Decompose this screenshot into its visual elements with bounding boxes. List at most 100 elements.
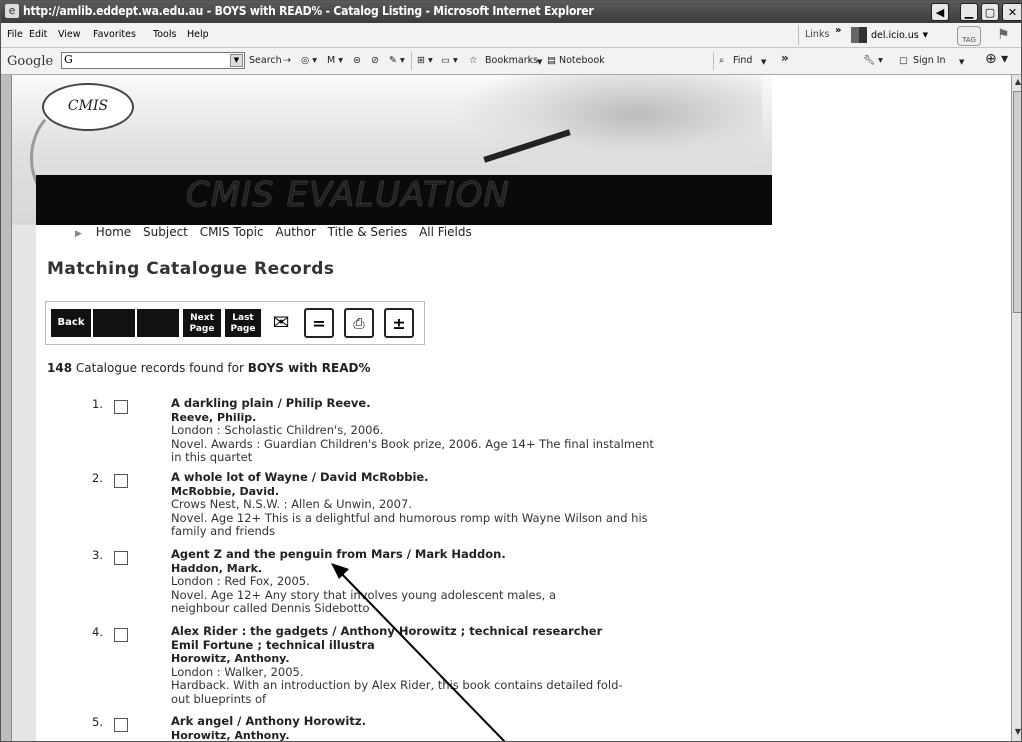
banner-title: CMIS EVALUATION (186, 175, 510, 215)
find-button[interactable]: Find (733, 55, 752, 66)
record-checkbox[interactable] (114, 718, 128, 732)
equals-icon[interactable]: = (304, 308, 334, 338)
record-author: Reeve, Philip. (171, 410, 257, 424)
find-icon: ⌕ (719, 55, 725, 66)
record-checkbox[interactable] (114, 474, 128, 488)
news-icon[interactable]: ◎ ▾ (301, 55, 317, 66)
record-number: 3. (92, 548, 103, 562)
print-records-icon[interactable]: ✉ (266, 308, 296, 338)
ie-icon: e (5, 4, 19, 18)
results-number: 148 (47, 361, 73, 375)
record-publisher: Crows Nest, N.S.W. : Allen & Unwin, 2007… (171, 497, 412, 511)
delicious-icon (851, 27, 867, 43)
google-logo: Google (7, 54, 54, 69)
highlight-icon[interactable]: ▭ ▾ (441, 55, 458, 66)
last-page-button[interactable]: Last Page (224, 308, 262, 338)
results-count-text: Catalogue records found for (72, 361, 248, 375)
notebook-button[interactable]: Notebook (559, 55, 605, 66)
nav-cmis-topic[interactable]: CMIS Topic (200, 225, 264, 239)
next-label-2: Page (189, 324, 215, 334)
menu-file[interactable]: File (7, 29, 23, 40)
search-query: BOYS with READ% (247, 361, 371, 375)
results-count: 148 Catalogue records found for BOYS wit… (47, 361, 370, 375)
google-search-button[interactable]: Search (249, 55, 282, 66)
record-number: 5. (92, 715, 103, 729)
vertical-scrollbar[interactable]: ▲ ▼ (1011, 75, 1021, 741)
back-button[interactable]: Back (50, 308, 92, 338)
printer-icon[interactable]: ⎙ (344, 308, 374, 338)
google-g-icon: G (64, 53, 73, 66)
record-title[interactable]: A whole lot of Wayne / David McRobbie. (171, 470, 731, 485)
title-bar: e http://amlib.eddept.wa.edu.au - BOYS w… (1, 1, 1021, 23)
browser-window: e http://amlib.eddept.wa.edu.au - BOYS w… (0, 0, 1022, 742)
search-dropdown-icon[interactable]: ▼ (230, 54, 243, 67)
nav-title-series[interactable]: Title & Series (328, 225, 408, 239)
plus-minus-icon[interactable]: ± (384, 308, 414, 338)
wrench-icon[interactable]: 🔧︎ ▾ (863, 55, 883, 66)
menu-view[interactable]: View (58, 29, 81, 40)
translate-icon[interactable]: ⊕ ▾ (985, 51, 1008, 67)
pagerank-icon[interactable]: ⊜ (353, 55, 361, 66)
record-publisher: London : Red Fox, 2005. (171, 574, 310, 588)
record-title[interactable]: A darkling plain / Philip Reeve. (171, 396, 731, 411)
tag-button[interactable]: TAG (957, 26, 981, 46)
back-arrow-button[interactable]: ◀ (931, 3, 949, 21)
record-publisher: London : Scholastic Children's, 2006. (171, 423, 384, 437)
signin-checkbox-icon: ▢ (899, 55, 908, 66)
record-author: Haddon, Mark. (171, 561, 263, 575)
chevron-icon[interactable]: » (835, 25, 841, 36)
record-title[interactable]: Ark angel / Anthony Horowitz. (171, 714, 731, 729)
menu-tools[interactable]: Tools (153, 29, 176, 40)
close-button[interactable]: ✕ (1002, 3, 1021, 21)
record-title[interactable]: Agent Z and the penguin from Mars / Mark… (171, 547, 731, 562)
bookmarks-button[interactable]: Bookmarks (485, 55, 538, 66)
scroll-thumb[interactable] (1013, 91, 1021, 313)
spellcheck-icon[interactable]: ⊘ (371, 55, 379, 66)
record-checkbox[interactable] (114, 551, 128, 565)
blank-button-2 (136, 308, 180, 338)
record-checkbox[interactable] (114, 400, 128, 414)
gmail-icon[interactable]: M ▾ (327, 55, 343, 66)
toolbar-separator (411, 52, 412, 70)
star-icon[interactable]: ☆ (469, 55, 478, 66)
toolbar-separator (713, 52, 714, 70)
nav-author[interactable]: Author (275, 225, 315, 239)
next-page-button[interactable]: Next Page (182, 308, 222, 338)
dropdown-icon: ▼ (922, 31, 929, 39)
links-button[interactable]: Links (805, 29, 829, 40)
maximize-button[interactable]: ▢ (981, 3, 999, 21)
google-search-input[interactable]: G ▼ (61, 52, 245, 69)
nav-arrow-icon: ▶ (75, 229, 82, 239)
delicious-label: del.icio.us (871, 29, 919, 41)
nav-all-fields[interactable]: All Fields (419, 225, 472, 239)
delicious-button[interactable]: del.icio.us ▼ (851, 26, 928, 44)
record-details: Ark angel / Anthony Horowitz. Horowitz, … (171, 714, 731, 741)
record-note: Novel. Awards : Guardian Children's Book… (171, 436, 654, 464)
record-note: Hardback. With an introduction by Alex R… (171, 678, 623, 706)
results-toolbar: Back Next Page Last Page ✉ = ⎙ ± (45, 301, 425, 345)
window-title: http://amlib.eddept.wa.edu.au - BOYS wit… (23, 4, 594, 18)
page-content: CMIS CMIS EVALUATION ▶ Home Subject CMIS… (1, 75, 1011, 741)
record-details: A darkling plain / Philip Reeve. Reeve, … (171, 396, 731, 465)
record-note: Novel. Age 12+ This is a delightful and … (171, 510, 648, 538)
autofill-icon[interactable]: ✎ ▾ (389, 55, 405, 66)
signin-button[interactable]: Sign In (913, 55, 946, 66)
nav-home[interactable]: Home (96, 225, 131, 239)
record-title[interactable]: Alex Rider : the gadgets / Anthony Horow… (171, 624, 631, 652)
record-author: McRobbie, David. (171, 484, 280, 498)
scroll-down-icon[interactable]: ▼ (1013, 727, 1021, 739)
left-frame-border (1, 75, 12, 741)
page-title: Matching Catalogue Records (47, 259, 335, 279)
nav-subject[interactable]: Subject (143, 225, 188, 239)
send-to-icon[interactable]: ⊞ ▾ (417, 55, 433, 66)
chevron-icon[interactable]: » (781, 51, 789, 65)
menu-help[interactable]: Help (187, 29, 209, 40)
menu-favorites[interactable]: Favorites (93, 29, 136, 40)
record-number: 2. (92, 471, 103, 485)
minimize-button[interactable]: ▁ (960, 3, 978, 21)
record-number: 1. (92, 397, 103, 411)
scroll-up-icon[interactable]: ▲ (1013, 77, 1021, 89)
record-checkbox[interactable] (114, 628, 128, 642)
dropdown-icon: ▼ (959, 58, 965, 66)
menu-edit[interactable]: Edit (29, 29, 47, 40)
